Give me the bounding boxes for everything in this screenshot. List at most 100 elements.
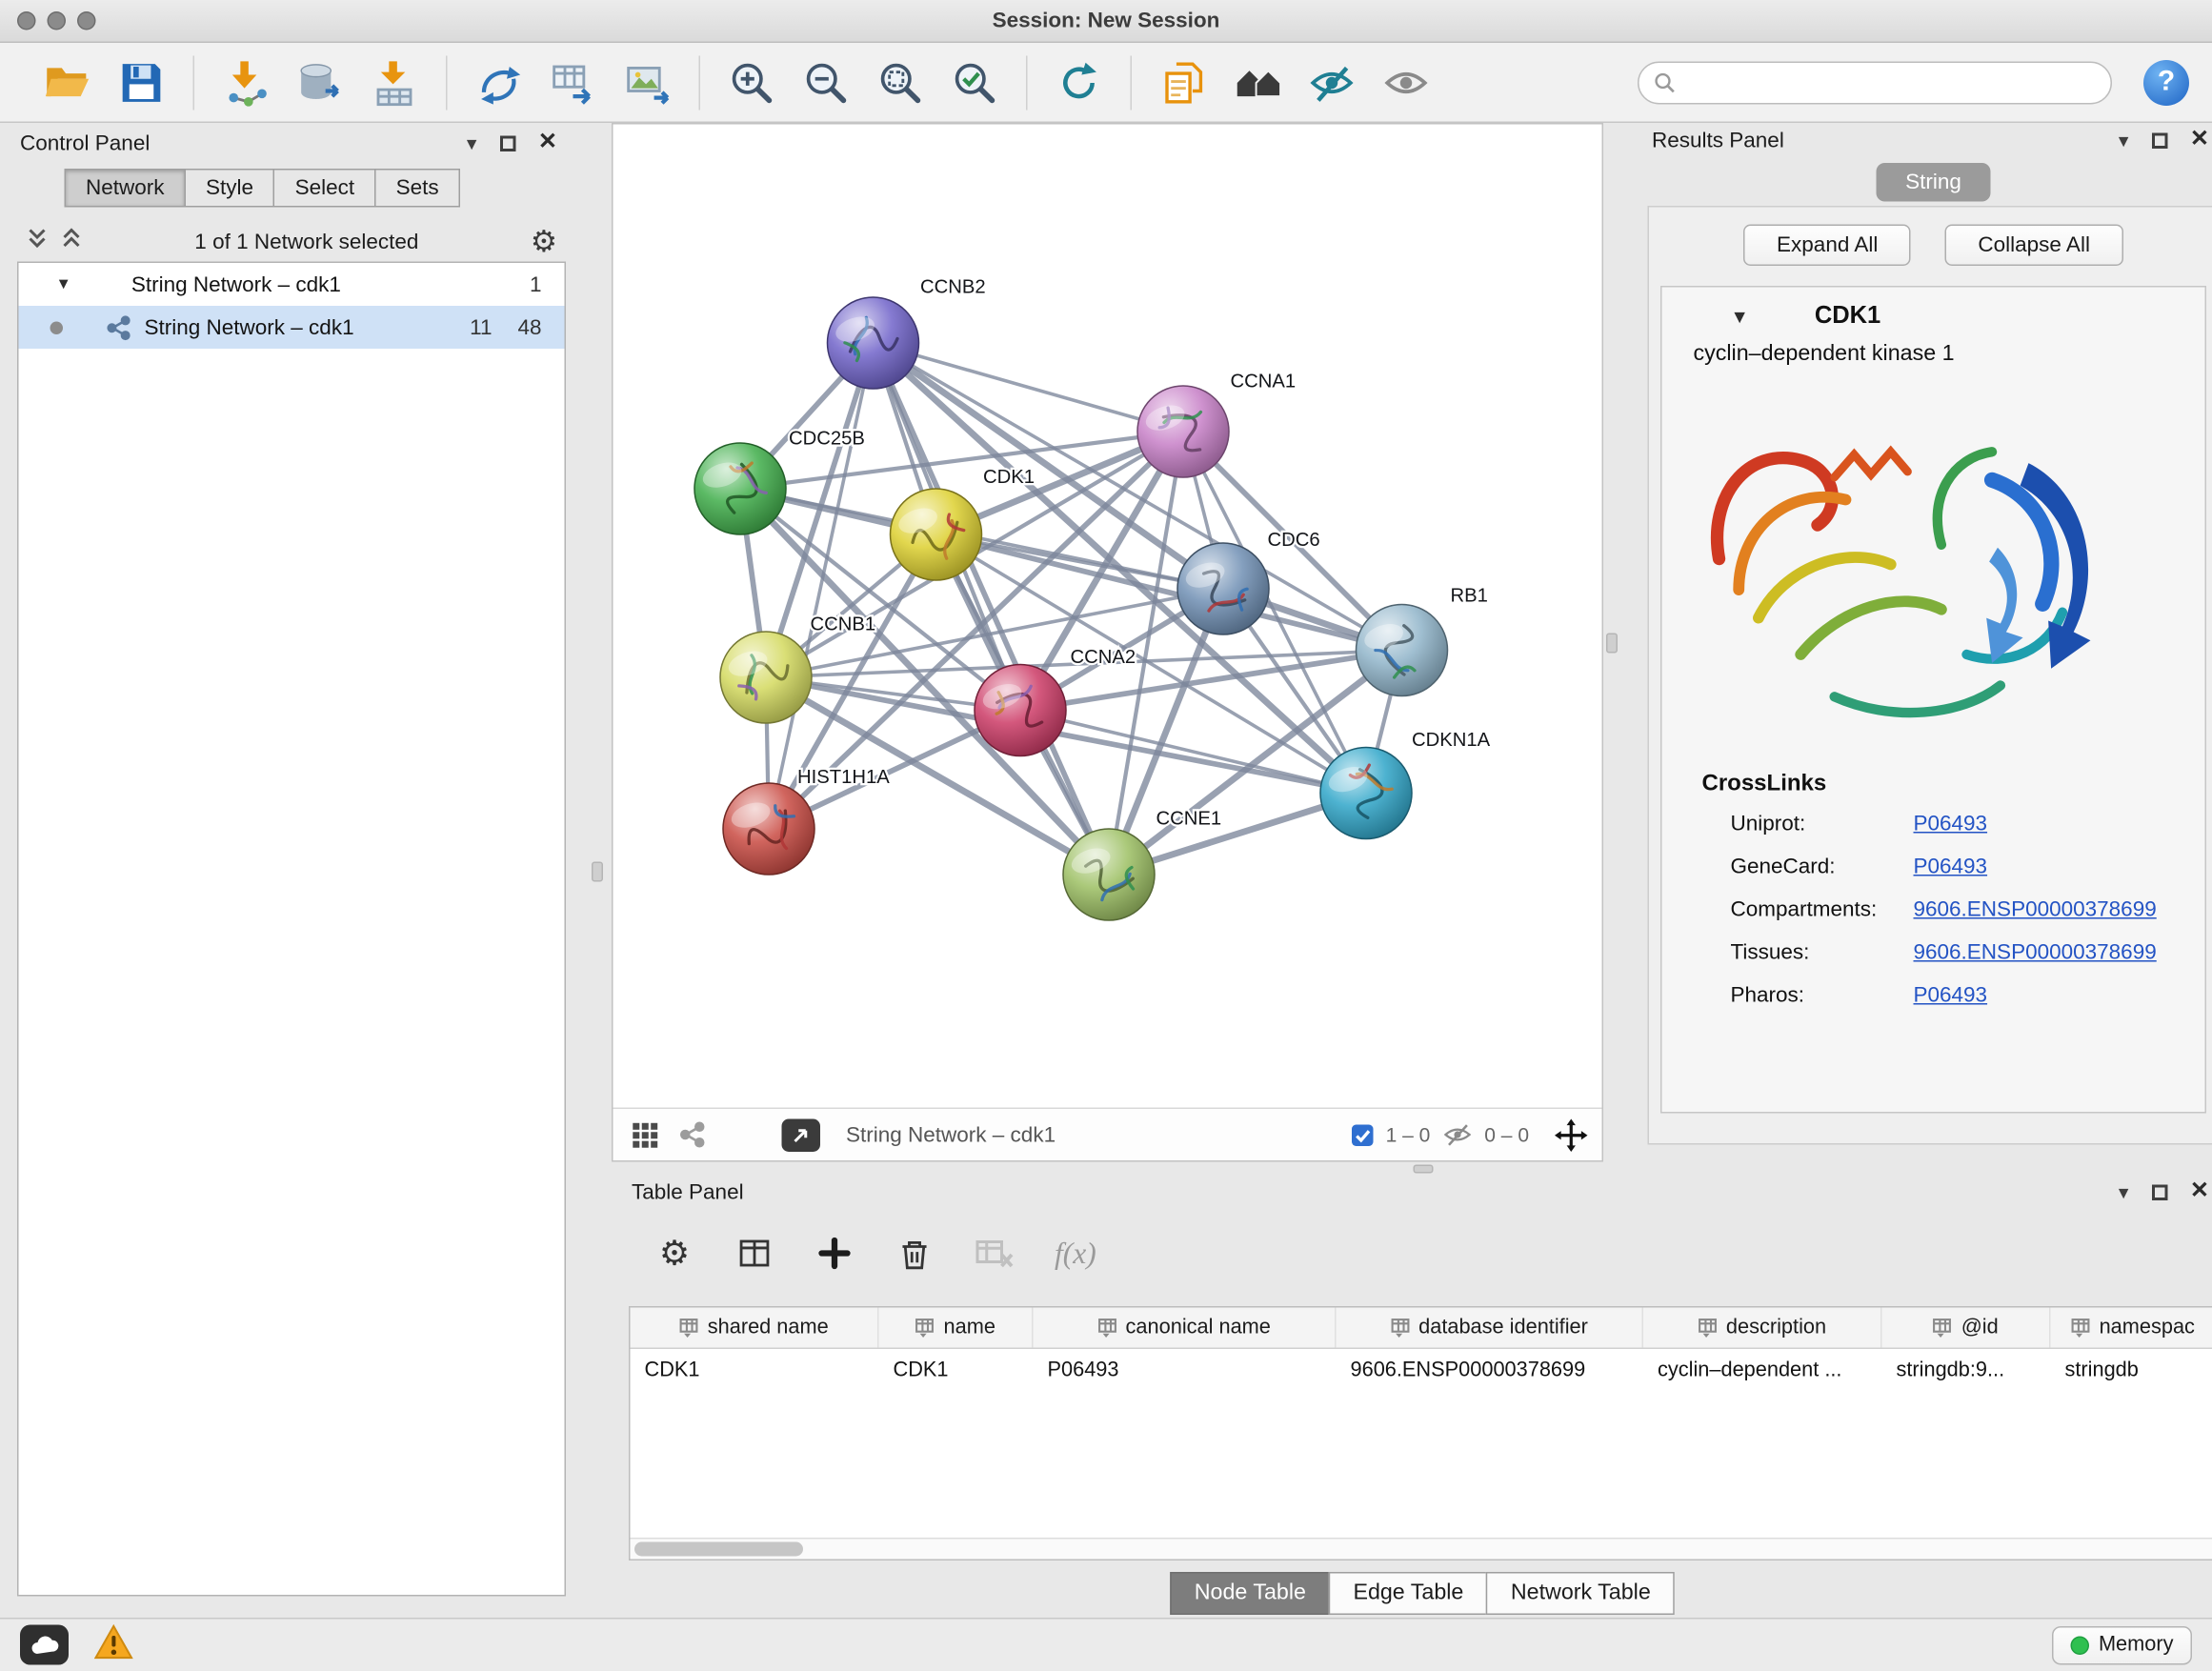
panel-maximize-button[interactable]: [499, 135, 515, 151]
gene-card-caret-icon[interactable]: ▼: [1731, 305, 1749, 327]
expand-all-tree-button[interactable]: [60, 225, 83, 258]
show-columns-button[interactable]: [734, 1234, 774, 1274]
cloud-status-button[interactable]: [20, 1625, 69, 1665]
table-row[interactable]: CDK1 CDK1 P06493 9606.ENSP00000378699 cy…: [631, 1349, 2212, 1392]
column-header[interactable]: shared name: [631, 1308, 879, 1348]
zoom-in-button[interactable]: [722, 50, 782, 113]
zoom-fit-button[interactable]: [871, 50, 931, 113]
export-image-button[interactable]: [617, 50, 677, 113]
panel-float-button[interactable]: ▾: [467, 133, 477, 153]
column-header[interactable]: namespac: [2051, 1308, 2212, 1348]
node-CDKN1A[interactable]: [1320, 748, 1412, 839]
tab-network-table[interactable]: Network Table: [1486, 1572, 1675, 1615]
node-HIST1H1A[interactable]: [723, 783, 814, 875]
node-CCNB2[interactable]: [828, 297, 919, 389]
add-column-button[interactable]: [814, 1234, 855, 1274]
collapse-all-button[interactable]: Collapse All: [1945, 225, 2123, 267]
table-cell[interactable]: CDK1: [879, 1349, 1034, 1392]
splitter-handle[interactable]: [592, 862, 603, 882]
help-button[interactable]: ?: [2143, 59, 2189, 105]
column-header[interactable]: canonical name: [1034, 1308, 1337, 1348]
search-input[interactable]: [1685, 70, 2097, 93]
import-network-file-button[interactable]: [216, 50, 276, 113]
duplicate-document-button[interactable]: [1154, 50, 1214, 113]
minimize-window-button[interactable]: [48, 11, 67, 30]
crosslink-link[interactable]: P06493: [1914, 983, 1988, 1008]
selected-checkbox-icon[interactable]: [1350, 1122, 1375, 1147]
panel-maximize-button[interactable]: [2151, 1184, 2167, 1200]
splitter-handle[interactable]: [1606, 634, 1618, 654]
network-row[interactable]: String Network – cdk1 11 48: [19, 306, 565, 349]
refresh-button[interactable]: [1049, 50, 1109, 113]
node-CCNA2[interactable]: [975, 665, 1066, 756]
crosslink-link[interactable]: P06493: [1914, 855, 1988, 879]
tab-string[interactable]: String: [1877, 163, 1990, 202]
table-cell[interactable]: stringdb: [2051, 1349, 2212, 1392]
tree-caret-icon[interactable]: ▼: [56, 276, 71, 293]
panel-close-button[interactable]: ✕: [2190, 1180, 2209, 1203]
search-box[interactable]: [1638, 61, 2112, 104]
node-CCNE1[interactable]: [1063, 829, 1155, 920]
tab-sets[interactable]: Sets: [374, 169, 460, 208]
panel-close-button[interactable]: ✕: [2190, 129, 2209, 151]
houses-button[interactable]: [1228, 50, 1288, 113]
save-session-button[interactable]: [111, 50, 171, 113]
tab-node-table[interactable]: Node Table: [1170, 1572, 1330, 1615]
column-header[interactable]: name: [879, 1308, 1034, 1348]
panel-float-button[interactable]: ▾: [2119, 1182, 2129, 1202]
node-RB1[interactable]: [1357, 605, 1448, 696]
table-cell[interactable]: cyclin–dependent ...: [1643, 1349, 1882, 1392]
table-options-gear-icon[interactable]: ⚙: [654, 1234, 694, 1274]
delete-column-button[interactable]: [895, 1234, 935, 1274]
import-network-database-button[interactable]: [291, 50, 351, 113]
collapse-all-tree-button[interactable]: [26, 225, 49, 258]
node-CCNB1[interactable]: [720, 632, 812, 723]
node-CCNA1[interactable]: [1137, 386, 1229, 477]
splitter-handle[interactable]: [1414, 1165, 1434, 1174]
zoom-selected-button[interactable]: [945, 50, 1005, 113]
zoom-window-button[interactable]: [77, 11, 96, 30]
import-table-button[interactable]: [365, 50, 425, 113]
eye-button[interactable]: [1377, 50, 1437, 113]
panel-float-button[interactable]: ▾: [2119, 131, 2129, 151]
grid-view-button[interactable]: [628, 1117, 662, 1152]
open-session-button[interactable]: [37, 50, 97, 113]
expand-all-button[interactable]: Expand All: [1744, 225, 1911, 267]
table-cell[interactable]: P06493: [1034, 1349, 1337, 1392]
tab-network[interactable]: Network: [65, 169, 187, 208]
memory-button[interactable]: Memory: [2051, 1625, 2192, 1664]
network-canvas[interactable]: CCNB2CCNA1CDC25BCDK1CDC6RB1CCNB1CCNA2CDK…: [613, 125, 1602, 1108]
hidden-eye-icon[interactable]: [1441, 1122, 1473, 1148]
crosslink-link[interactable]: P06493: [1914, 812, 1988, 836]
panel-close-button[interactable]: ✕: [538, 131, 557, 154]
function-builder-button[interactable]: f(x): [1055, 1236, 1096, 1272]
warnings-button[interactable]: [94, 1623, 133, 1666]
tab-edge-table[interactable]: Edge Table: [1329, 1572, 1488, 1615]
node-CDC25B[interactable]: [694, 443, 786, 534]
column-header[interactable]: @id: [1882, 1308, 2051, 1348]
scrollbar-thumb[interactable]: [634, 1542, 803, 1557]
crosslink-link[interactable]: 9606.ENSP00000378699: [1914, 897, 2157, 922]
table-cell[interactable]: stringdb:9...: [1882, 1349, 2051, 1392]
column-header[interactable]: database identifier: [1337, 1308, 1644, 1348]
tab-style[interactable]: Style: [185, 169, 275, 208]
zoom-out-button[interactable]: [796, 50, 856, 113]
birdseye-crosshair-icon[interactable]: [1555, 1118, 1588, 1152]
network-view-share-button[interactable]: [676, 1117, 711, 1152]
edge[interactable]: [1020, 711, 1366, 794]
node-CDC6[interactable]: [1177, 543, 1269, 634]
network-collection-row[interactable]: ▼ String Network – cdk1 1: [19, 263, 565, 306]
network-arrows-button[interactable]: [469, 50, 529, 113]
eye-edit-button[interactable]: [1302, 50, 1362, 113]
horizontal-scrollbar[interactable]: [631, 1538, 2212, 1560]
tab-select[interactable]: Select: [273, 169, 376, 208]
table-cell[interactable]: CDK1: [631, 1349, 879, 1392]
network-table-button[interactable]: [543, 50, 603, 113]
close-window-button[interactable]: [17, 11, 36, 30]
panel-maximize-button[interactable]: [2151, 132, 2167, 149]
edge[interactable]: [769, 343, 874, 829]
delete-table-button[interactable]: [975, 1234, 1015, 1274]
table-cell[interactable]: 9606.ENSP00000378699: [1337, 1349, 1644, 1392]
crosslink-link[interactable]: 9606.ENSP00000378699: [1914, 940, 2157, 965]
column-header[interactable]: description: [1643, 1308, 1882, 1348]
